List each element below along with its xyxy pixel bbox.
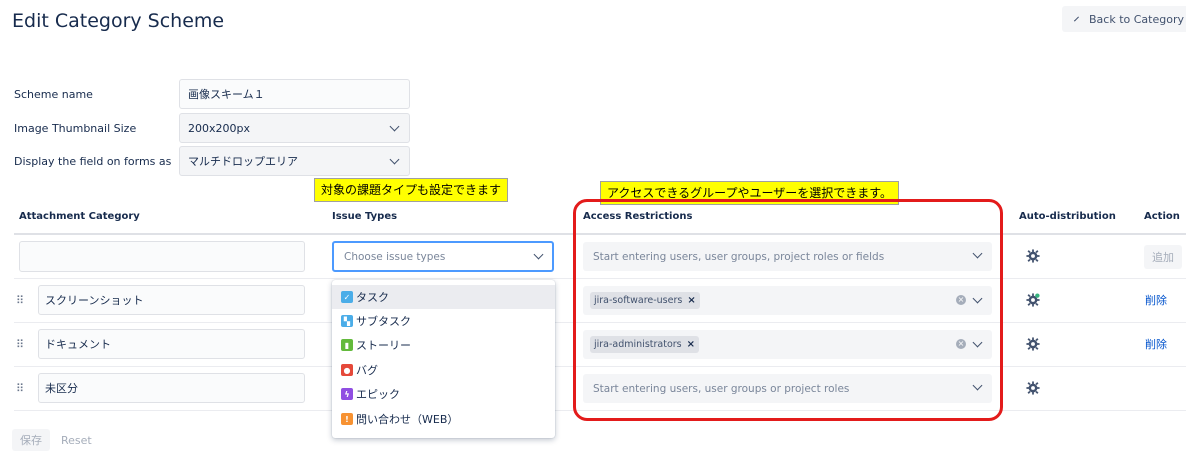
gear-icon[interactable] — [1026, 249, 1040, 263]
save-button[interactable]: 保存 — [12, 429, 50, 451]
option-inquiry[interactable]: ! 問い合わせ（WEB） — [332, 407, 555, 431]
chevron-down-icon — [389, 154, 400, 165]
header-issue-types: Issue Types — [332, 211, 398, 222]
header-attachment-category: Attachment Category — [19, 211, 140, 222]
drag-handle-icon[interactable]: ⠿ — [16, 294, 24, 307]
display-field-label: Display the field on forms as — [14, 155, 172, 168]
option-bug[interactable]: ● バグ — [332, 358, 555, 382]
option-label: タスク — [356, 291, 389, 304]
issue-types-select[interactable]: Choose issue types — [332, 241, 554, 272]
option-label: エピック — [356, 388, 400, 401]
thumbnail-size-value: 200x200px — [188, 121, 250, 135]
new-category-input[interactable] — [19, 241, 305, 272]
scheme-name-label: Scheme name — [14, 88, 93, 101]
issue-types-dropdown: ✓ タスク ▚ サブタスク ▮ ストーリー ● バグ ϟ エピック ! 問い合わ… — [332, 280, 555, 438]
display-field-value: マルチドロップエリア — [188, 155, 298, 168]
epic-icon: ϟ — [341, 388, 353, 400]
chevron-down-icon — [533, 249, 544, 260]
thumbnail-size-select[interactable]: 200x200px — [179, 113, 410, 143]
back-label: Back to Category S — [1089, 12, 1186, 26]
gear-icon[interactable] — [1026, 381, 1040, 395]
scheme-name-input[interactable]: 画像スキーム１ — [179, 79, 410, 109]
thumbnail-size-label: Image Thumbnail Size — [14, 122, 137, 135]
subtask-icon: ▚ — [341, 315, 353, 327]
chevron-left-icon — [1074, 16, 1079, 22]
inquiry-icon: ! — [341, 413, 353, 425]
drag-handle-icon[interactable]: ⠿ — [16, 382, 24, 395]
header-action: Action — [1144, 211, 1180, 222]
story-icon: ▮ — [341, 339, 353, 351]
issue-types-callout: 対象の課題タイプも設定できます — [314, 178, 509, 202]
gear-icon[interactable] — [1026, 293, 1040, 307]
display-field-select[interactable]: マルチドロップエリア — [179, 146, 410, 176]
add-button[interactable]: 追加 — [1144, 245, 1182, 269]
header-auto-distribution: Auto-distribution — [1019, 211, 1116, 222]
option-label: サブタスク — [356, 315, 411, 328]
delete-link[interactable]: 削除 — [1145, 292, 1167, 308]
drag-handle-icon[interactable]: ⠿ — [16, 338, 24, 351]
option-subtask[interactable]: ▚ サブタスク — [332, 309, 555, 333]
category-name-input[interactable]: 未区分 — [38, 373, 305, 403]
option-label: ストーリー — [356, 339, 411, 352]
back-to-category-button[interactable]: Back to Category S — [1062, 6, 1186, 32]
issue-types-placeholder: Choose issue types — [344, 250, 446, 263]
option-task[interactable]: ✓ タスク — [332, 285, 555, 309]
access-highlight-box — [573, 199, 1003, 421]
option-story[interactable]: ▮ ストーリー — [332, 333, 555, 357]
option-epic[interactable]: ϟ エピック — [332, 382, 555, 406]
category-name-input[interactable]: スクリーンショット — [38, 285, 305, 315]
task-icon: ✓ — [341, 291, 353, 303]
bug-icon: ● — [341, 364, 353, 376]
option-label: 問い合わせ（WEB） — [356, 413, 459, 426]
gear-icon[interactable] — [1026, 337, 1040, 351]
option-label: バグ — [356, 364, 378, 377]
delete-link[interactable]: 削除 — [1145, 336, 1167, 352]
category-name-input[interactable]: ドキュメント — [38, 329, 305, 359]
page-title: Edit Category Scheme — [12, 10, 225, 32]
reset-button[interactable]: Reset — [61, 429, 92, 451]
chevron-down-icon — [389, 121, 400, 132]
